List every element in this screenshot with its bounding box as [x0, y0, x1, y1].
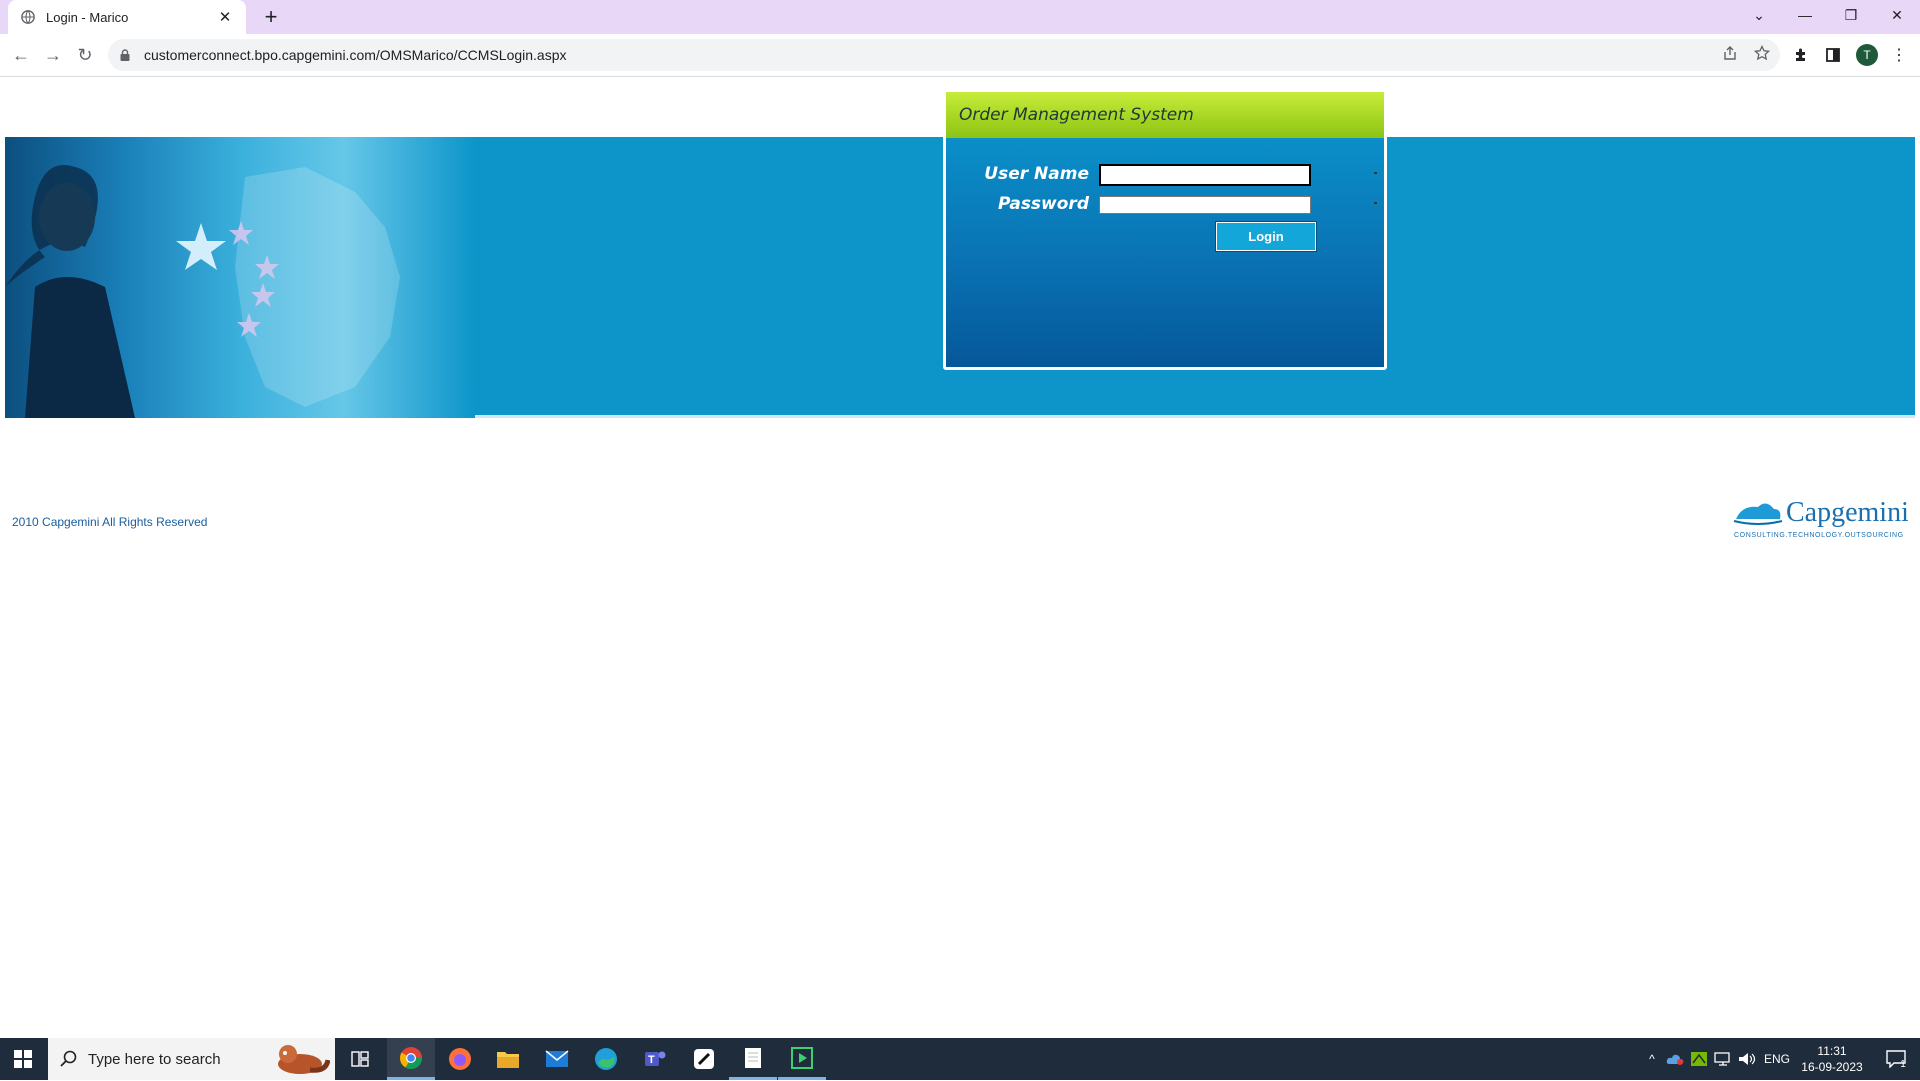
chevron-up-icon[interactable]: ^	[1642, 1038, 1662, 1080]
close-tab-icon[interactable]: ✕	[216, 8, 234, 26]
close-window-button[interactable]: ✕	[1874, 0, 1920, 30]
side-panel-icon[interactable]	[1820, 42, 1846, 68]
taskbar-search[interactable]: Type here to search	[48, 1038, 335, 1080]
username-field[interactable]	[1099, 164, 1311, 186]
app-icon[interactable]	[680, 1038, 728, 1080]
mail-icon[interactable]	[533, 1038, 581, 1080]
username-marker	[1374, 172, 1377, 174]
profile-avatar[interactable]: T	[1856, 44, 1878, 66]
globe-icon	[20, 9, 36, 25]
banner-divider	[475, 415, 1915, 418]
search-placeholder: Type here to search	[88, 1050, 221, 1068]
svg-text:CONSULTING.TECHNOLOGY.OUTSOURC: CONSULTING.TECHNOLOGY.OUTSOURCING	[1734, 532, 1904, 539]
bookmark-star-icon[interactable]	[1749, 40, 1775, 66]
media-player-icon[interactable]	[778, 1038, 826, 1080]
onedrive-icon[interactable]	[1664, 1038, 1686, 1080]
password-field[interactable]	[1099, 196, 1311, 214]
volume-icon[interactable]	[1736, 1038, 1758, 1080]
password-marker	[1374, 202, 1377, 204]
share-icon[interactable]	[1717, 40, 1743, 66]
nvidia-icon[interactable]	[1688, 1038, 1710, 1080]
copyright-text: 2010 Capgemini All Rights Reserved	[12, 515, 208, 529]
teams-icon[interactable]: T	[631, 1038, 679, 1080]
login-button[interactable]: Login	[1215, 221, 1317, 252]
menu-kebab-icon[interactable]: ⋮	[1886, 42, 1912, 68]
svg-text:T: T	[648, 1054, 655, 1066]
edge-icon[interactable]	[582, 1038, 630, 1080]
banner-photo	[5, 137, 475, 418]
login-panel-title: Order Management System	[959, 105, 1194, 125]
svg-text:Capgemini: Capgemini	[1786, 497, 1908, 528]
back-icon[interactable]: ←	[8, 42, 34, 68]
tab-strip: Login - Marico ✕ + ⌄ — ❐ ✕	[0, 0, 1920, 34]
reload-icon[interactable]: ↻	[72, 42, 98, 68]
capgemini-logo: Capgemini CONSULTING.TECHNOLOGY.OUTSOURC…	[1732, 495, 1909, 541]
notification-center-icon[interactable]: 1	[1876, 1038, 1916, 1080]
minimize-button[interactable]: —	[1782, 0, 1828, 30]
notepad-icon[interactable]	[729, 1038, 777, 1080]
login-panel-header: Order Management System	[946, 92, 1384, 138]
windows-start-icon[interactable]	[0, 1038, 46, 1080]
firefox-icon[interactable]	[436, 1038, 484, 1080]
browser-toolbar: ← → ↻ customerconnect.bpo.capgemini.com/…	[0, 34, 1920, 77]
password-label: Password	[997, 194, 1089, 214]
clock-date: 16-09-2023	[1801, 1060, 1863, 1074]
taskbar: Type here to search T ^ ENG 11:31 16-09-…	[0, 1038, 1920, 1080]
extensions-icon[interactable]	[1788, 42, 1814, 68]
clock-time: 11:31	[1817, 1044, 1847, 1058]
new-tab-button[interactable]: +	[258, 4, 284, 30]
tab-search-icon[interactable]: ⌄	[1736, 0, 1782, 30]
clock[interactable]: 11:31 16-09-2023	[1792, 1043, 1872, 1075]
page-content: Order Management System User Name Passwo…	[0, 77, 1920, 1038]
username-label: User Name	[984, 164, 1089, 184]
url-text: customerconnect.bpo.capgemini.com/OMSMar…	[144, 47, 567, 63]
lock-icon	[120, 48, 134, 62]
browser-tab[interactable]: Login - Marico ✕	[8, 0, 246, 34]
tab-title: Login - Marico	[46, 9, 129, 25]
address-bar[interactable]: customerconnect.bpo.capgemini.com/OMSMar…	[108, 39, 1780, 71]
forward-icon[interactable]: →	[40, 42, 66, 68]
chrome-icon[interactable]	[387, 1038, 435, 1080]
task-view-icon[interactable]	[336, 1038, 384, 1080]
restore-button[interactable]: ❐	[1828, 0, 1874, 30]
language-indicator[interactable]: ENG	[1762, 1038, 1792, 1080]
file-explorer-icon[interactable]	[484, 1038, 532, 1080]
login-panel: Order Management System User Name Passwo…	[943, 89, 1387, 370]
red-panda-icon	[270, 1042, 331, 1081]
notification-count: 1	[1900, 1058, 1906, 1070]
search-icon	[60, 1050, 78, 1073]
network-icon[interactable]	[1712, 1038, 1734, 1080]
